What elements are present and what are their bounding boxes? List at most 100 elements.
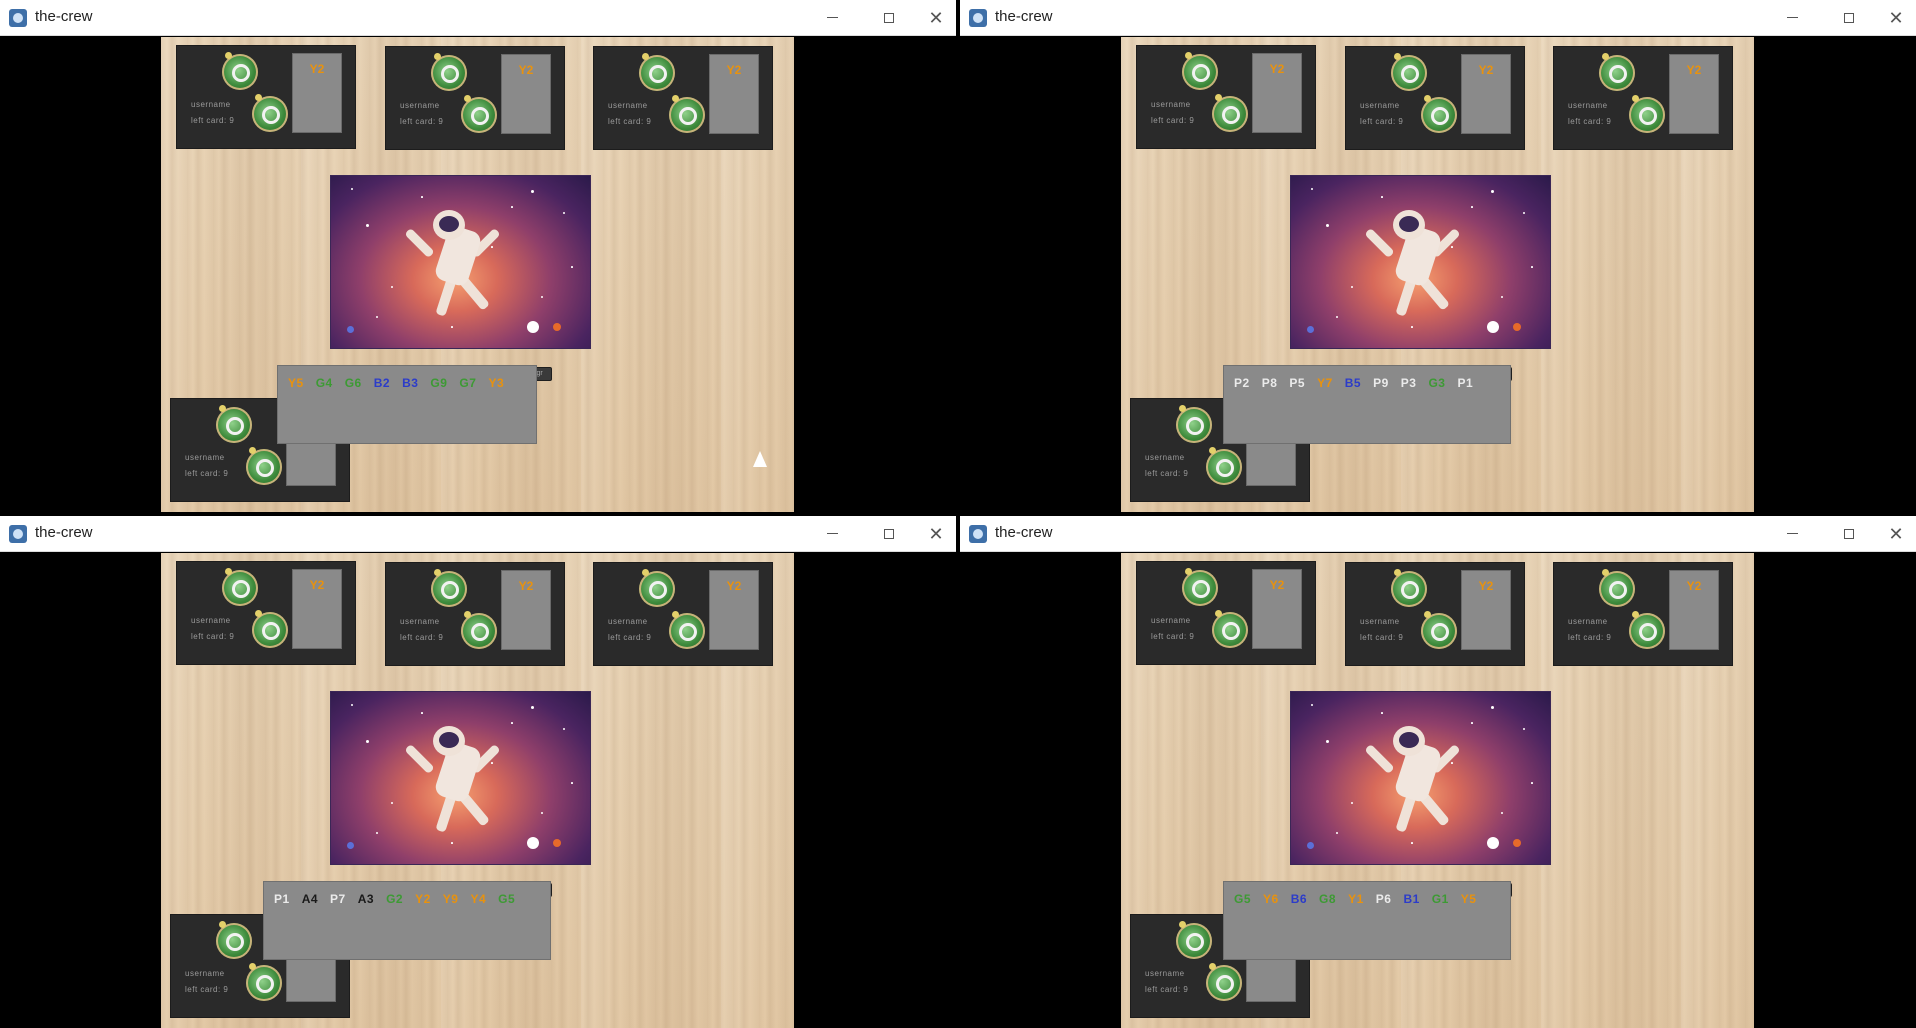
astronaut-arm (1364, 743, 1395, 775)
player-avatar-icon (222, 568, 258, 606)
maximize-icon (884, 528, 894, 539)
star (1326, 224, 1329, 227)
game-board: username left card: 9 Y2 username left c… (161, 553, 794, 1028)
star (1531, 266, 1533, 268)
close-button[interactable]: ✕ (916, 521, 956, 547)
hand-card[interactable]: P6 (1376, 892, 1392, 906)
hand-card[interactable]: P1 (1457, 376, 1473, 390)
hand-card[interactable]: G7 (459, 376, 476, 390)
opponent-panel-1: username left card: 9 Y2 (177, 46, 355, 148)
star (541, 296, 543, 298)
hand-card[interactable]: A4 (302, 892, 318, 906)
hand-card[interactable]: P3 (1401, 376, 1417, 390)
played-card-label: Y2 (1686, 579, 1702, 593)
hand-card[interactable]: P2 (1234, 376, 1250, 390)
hand-card[interactable]: B3 (402, 376, 418, 390)
astronaut-arm (1364, 227, 1395, 259)
hand-card[interactable]: G8 (1319, 892, 1336, 906)
opponent-panel-3: username left card: 9 Y2 (1554, 563, 1732, 665)
hand-card[interactable]: P1 (274, 892, 290, 906)
star (421, 712, 423, 714)
hand-card[interactable]: P7 (330, 892, 346, 906)
hand-card[interactable]: Y5 (288, 376, 304, 390)
hand-card[interactable]: P5 (1289, 376, 1305, 390)
hand-card[interactable]: G6 (345, 376, 362, 390)
hand-card[interactable]: Y4 (470, 892, 486, 906)
player-username: username (1145, 453, 1185, 462)
player-left-card-count: left card: 9 (185, 469, 229, 478)
hand-card[interactable]: Y7 (1317, 376, 1333, 390)
planet-icon (1513, 323, 1521, 331)
hand-card[interactable]: A3 (358, 892, 374, 906)
player-token-icon (461, 611, 497, 649)
close-button[interactable]: ✕ (1876, 5, 1916, 31)
window-titlebar[interactable]: the-crew ✕ (960, 516, 1916, 552)
played-card-label: Y2 (1478, 63, 1494, 77)
star (531, 190, 534, 193)
hand-card[interactable]: P9 (1373, 376, 1389, 390)
star (563, 212, 565, 214)
hand-card[interactable]: Y5 (1461, 892, 1477, 906)
hand-card[interactable]: G1 (1432, 892, 1449, 906)
star (1471, 206, 1473, 208)
minimize-button[interactable] (812, 521, 852, 547)
player-left-card-count: left card: 9 (1145, 469, 1189, 478)
hand-card[interactable]: B1 (1403, 892, 1419, 906)
star (366, 740, 369, 743)
hand-card[interactable]: G2 (386, 892, 403, 906)
player-token-icon (246, 447, 282, 485)
hand-card[interactable]: G3 (1428, 376, 1445, 390)
player-avatar-icon (1182, 568, 1218, 606)
hand-card[interactable]: Y3 (488, 376, 504, 390)
opponent-panel-2: username left card: 9 Y2 (1346, 563, 1524, 665)
hand-card[interactable]: G5 (498, 892, 515, 906)
planet-icon (1513, 839, 1521, 847)
player-token-icon (669, 95, 705, 133)
played-card-slot: Y2 (710, 55, 758, 133)
played-card-slot: Y2 (1462, 571, 1510, 649)
hand-card[interactable]: B5 (1345, 376, 1361, 390)
hand-card[interactable]: Y2 (415, 892, 431, 906)
hand-card-list: G5 Y6 B6 G8 Y1 P6 B1 G1 Y5 (1234, 890, 1488, 908)
maximize-button[interactable] (869, 5, 909, 31)
hand-card[interactable]: Y9 (443, 892, 459, 906)
minimize-button[interactable] (1772, 5, 1812, 31)
star (1351, 286, 1353, 288)
player-avatar-icon (222, 52, 258, 90)
played-card-slot: Y2 (293, 54, 341, 132)
hand-area: Y5 G4 G6 B2 B3 G9 G7 Y3 (278, 366, 536, 443)
window-title: the-crew (995, 524, 1053, 541)
hand-card[interactable]: G9 (430, 376, 447, 390)
window-titlebar[interactable]: the-crew ✕ (0, 516, 956, 552)
opponent-panel-3: username left card: 9 Y2 (1554, 47, 1732, 149)
hand-card[interactable]: B6 (1291, 892, 1307, 906)
window-titlebar[interactable]: the-crew ✕ (960, 0, 1916, 36)
played-card-slot: Y2 (502, 571, 550, 649)
played-card-slot: Y2 (710, 571, 758, 649)
maximize-button[interactable] (1829, 521, 1869, 547)
hand-card[interactable]: P8 (1262, 376, 1278, 390)
star (376, 832, 378, 834)
maximize-button[interactable] (1829, 5, 1869, 31)
hand-card[interactable]: Y6 (1263, 892, 1279, 906)
player-avatar-icon (431, 569, 467, 607)
window-titlebar[interactable]: the-crew ✕ (0, 0, 956, 36)
star (511, 206, 513, 208)
hand-card[interactable]: G5 (1234, 892, 1251, 906)
close-button[interactable]: ✕ (1876, 521, 1916, 547)
hand-card[interactable]: B2 (374, 376, 390, 390)
player-left-card-count: left card: 9 (185, 985, 229, 994)
player-username: username (191, 100, 231, 109)
maximize-button[interactable] (869, 521, 909, 547)
astronaut-illustration (1291, 176, 1550, 348)
minimize-button[interactable] (1772, 521, 1812, 547)
game-board: username left card: 9 Y2 username left c… (161, 37, 794, 512)
opponent-panel-1: username left card: 9 Y2 (1137, 562, 1315, 664)
godot-app-icon (969, 525, 987, 543)
hand-card[interactable]: Y1 (1348, 892, 1364, 906)
minimize-button[interactable] (812, 5, 852, 31)
opponent-panel-2: username left card: 9 Y2 (386, 47, 564, 149)
close-button[interactable]: ✕ (916, 5, 956, 31)
hand-card[interactable]: G4 (316, 376, 333, 390)
star (451, 326, 453, 328)
